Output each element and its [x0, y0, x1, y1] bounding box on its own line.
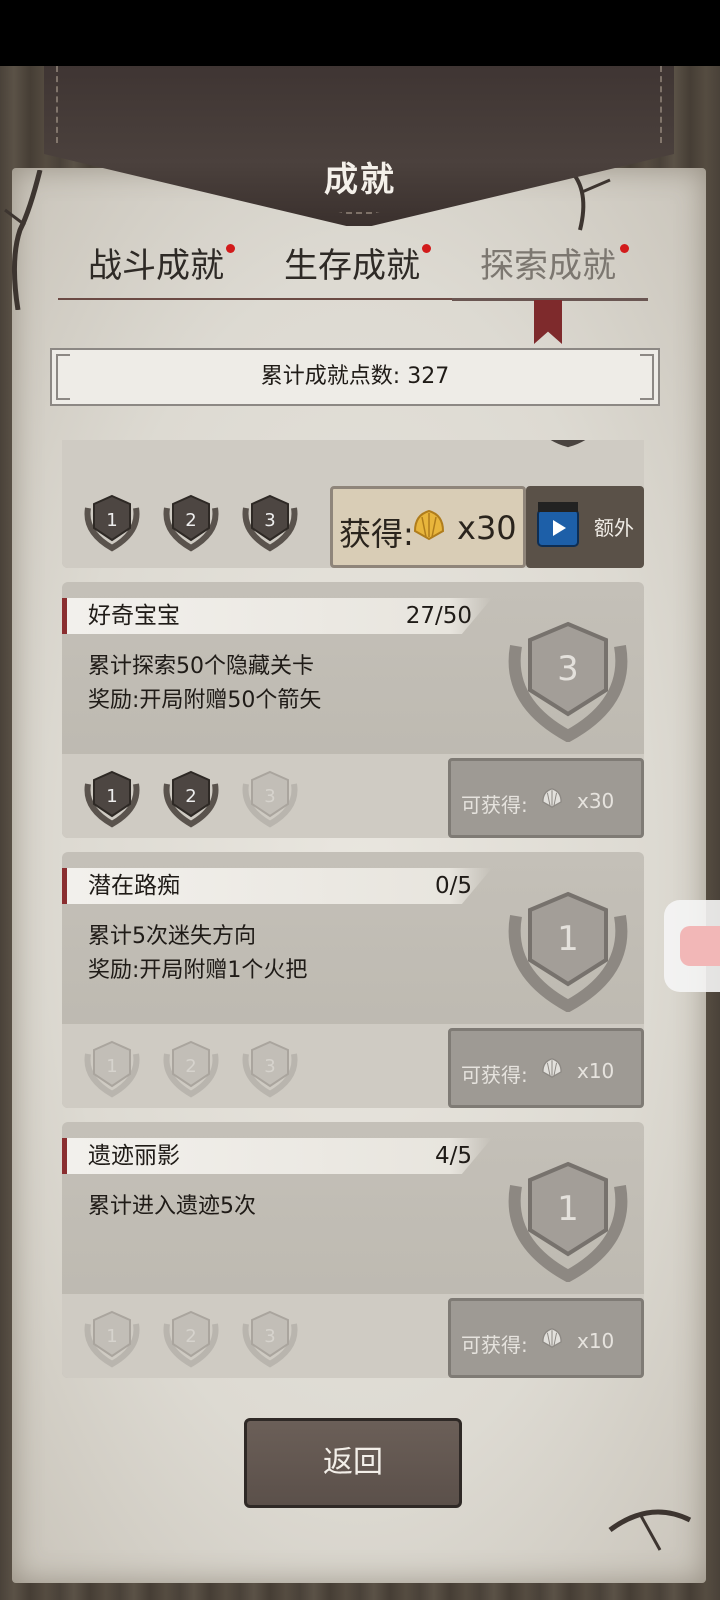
svg-text:1: 1 — [557, 1189, 579, 1229]
notification-dot — [226, 244, 235, 253]
tab-label: 探索成就 — [480, 246, 616, 286]
tab-survival-achievements[interactable]: 生存成就 — [254, 236, 450, 298]
reward-description: 奖励:开局附赠1个火把 — [88, 958, 308, 983]
shell-icon — [413, 509, 445, 541]
tier-badge-icon: 2 — [163, 494, 219, 552]
svg-text:3: 3 — [264, 510, 275, 531]
claim-count: x10 — [577, 1329, 615, 1353]
notification-dot — [422, 244, 431, 253]
svg-text:1: 1 — [106, 786, 117, 807]
tier-badge-icon: 3 — [242, 1310, 298, 1368]
claim-reward-button[interactable]: 可获得: x10 — [448, 1298, 644, 1378]
claim-reward-button[interactable]: 可获得: x30 — [448, 758, 644, 838]
achievement-progress: 4/5 — [434, 1143, 472, 1169]
extra-label: 额外 — [594, 516, 634, 540]
achievement-progress: 27/50 — [405, 603, 472, 629]
shell-icon — [542, 1328, 562, 1348]
tier-badge-icon: 2 — [163, 1040, 219, 1098]
achievement-name: 遗迹丽影 — [88, 1143, 180, 1169]
claim-count: x30 — [577, 789, 615, 813]
side-button-icon — [680, 926, 720, 966]
twig-decoration-bottom — [608, 1509, 692, 1551]
tier-badge-icon: 1 — [84, 494, 140, 552]
tier-badge-icon: 3 — [242, 770, 298, 828]
achievement-badge-icon: 3 — [508, 621, 628, 742]
achievement-badge-icon: 1 — [508, 1161, 628, 1282]
achievement-description: 累计探索50个隐藏关卡 奖励:开局附赠50个箭矢 — [88, 650, 321, 718]
tier-badge-icon: 3 — [242, 1040, 298, 1098]
achievement-name: 好奇宝宝 — [88, 603, 180, 629]
tab-exploration-achievements[interactable]: 探索成就 — [450, 236, 646, 298]
achievement-progress: 0/5 — [434, 873, 472, 899]
claim-reward-button[interactable]: 可获得: x10 — [448, 1028, 644, 1108]
svg-text:2: 2 — [185, 1056, 196, 1077]
claim-label: 获得: — [339, 515, 414, 553]
extra-reward-video-button[interactable]: 额外 — [526, 486, 644, 568]
tier-badge-icon: 3 — [242, 494, 298, 552]
page-title: 成就 — [324, 160, 396, 200]
svg-text:2: 2 — [185, 510, 196, 531]
claim-reward-button[interactable]: 获得: x30 — [330, 486, 526, 568]
achievement-card: 好奇宝宝 27/50 累计探索50个隐藏关卡 奖励:开局附赠50个箭矢 3 1 … — [62, 582, 644, 838]
shell-icon — [542, 1058, 562, 1078]
claim-label: 可获得: — [461, 793, 528, 817]
floating-side-button[interactable] — [664, 900, 720, 992]
bracket-right — [640, 354, 654, 400]
status-bar — [0, 0, 720, 66]
svg-text:1: 1 — [106, 510, 117, 531]
claim-label: 可获得: — [461, 1333, 528, 1357]
svg-text:1: 1 — [557, 919, 579, 959]
achievement-points-text: 累计成就点数: 327 — [260, 364, 450, 389]
svg-text:1: 1 — [106, 1326, 117, 1347]
description-line: 累计5次迷失方向 — [88, 924, 256, 949]
svg-text:3: 3 — [264, 1326, 275, 1347]
achievement-description: 累计进入遗迹5次 — [88, 1190, 256, 1224]
video-icon — [537, 502, 579, 547]
laurel-badge-icon — [550, 440, 586, 448]
svg-text:2: 2 — [185, 786, 196, 807]
claim-label: 可获得: — [461, 1063, 528, 1087]
reward-description: 奖励:开局附赠50个箭矢 — [88, 688, 322, 713]
achievement-card: 遗迹丽影 4/5 累计进入遗迹5次 1 1 2 3 可获得: x10 — [62, 1122, 644, 1378]
tier-badge-icon: 2 — [163, 770, 219, 828]
achievement-points-bar: 累计成就点数: 327 — [50, 348, 660, 406]
description-line: 累计进入遗迹5次 — [88, 1194, 256, 1219]
svg-text:1: 1 — [106, 1056, 117, 1077]
svg-text:3: 3 — [264, 786, 275, 807]
tab-label: 战斗成就 — [88, 246, 224, 286]
tab-label: 生存成就 — [284, 246, 420, 286]
claim-count: x10 — [577, 1059, 615, 1083]
achievement-list[interactable]: 1 2 3 获得: x30 额外 好奇宝宝 27/50 累计探索50个隐藏关卡 … — [62, 440, 644, 1380]
achievement-card: 潜在路痴 0/5 累计5次迷失方向 奖励:开局附赠1个火把 1 1 2 3 可获… — [62, 852, 644, 1108]
bracket-left — [56, 354, 70, 400]
tier-badge-icon: 1 — [84, 770, 140, 828]
shell-icon — [542, 788, 562, 808]
return-button[interactable]: 返回 — [244, 1418, 462, 1508]
claim-count: x30 — [457, 509, 517, 547]
svg-text:2: 2 — [185, 1326, 196, 1347]
svg-text:3: 3 — [557, 649, 579, 689]
svg-text:3: 3 — [264, 1056, 275, 1077]
tier-badge-icon: 2 — [163, 1310, 219, 1368]
tab-combat-achievements[interactable]: 战斗成就 — [58, 236, 254, 298]
tier-badge-icon: 1 — [84, 1040, 140, 1098]
achievement-card-partial: 1 2 3 获得: x30 额外 — [62, 440, 644, 568]
achievement-description: 累计5次迷失方向 奖励:开局附赠1个火把 — [88, 920, 307, 988]
tab-bar: 战斗成就 生存成就 探索成就 — [58, 236, 648, 300]
description-line: 累计探索50个隐藏关卡 — [88, 654, 314, 679]
tier-badge-icon: 1 — [84, 1310, 140, 1368]
achievement-badge-icon: 1 — [508, 891, 628, 1012]
achievement-name: 潜在路痴 — [88, 873, 180, 899]
notification-dot — [620, 244, 629, 253]
